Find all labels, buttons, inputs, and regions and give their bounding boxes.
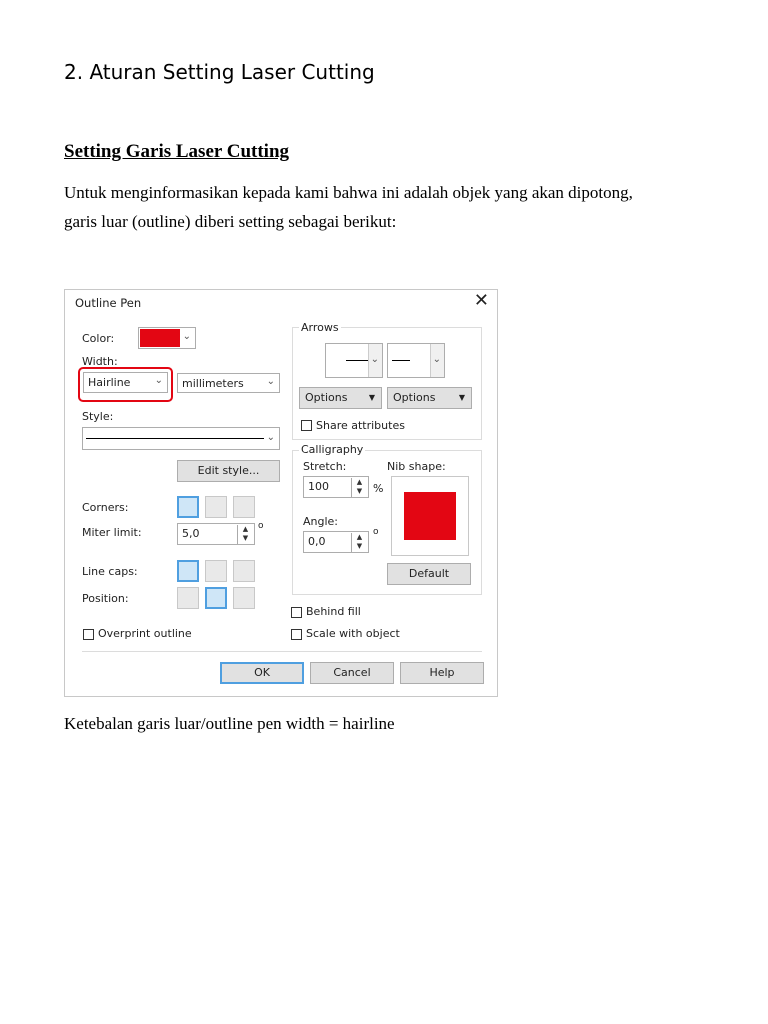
arrow-start-select[interactable]: ⌄ [325,343,383,378]
miter-unit: o [258,521,264,531]
miter-limit-input[interactable]: 5,0 ▲ ▼ [177,523,255,545]
nib-shape-preview [391,476,469,556]
stretch-input[interactable]: 100 ▲ ▼ [303,476,369,498]
chevron-down-icon: ⌄ [182,331,191,342]
corner-miter-icon[interactable] [177,496,199,518]
ok-button[interactable]: OK [220,662,304,684]
scale-with-object-checkbox[interactable] [291,629,302,640]
units-select[interactable]: millimeters ⌄ [177,373,280,393]
miter-limit-label: Miter limit: [82,526,142,539]
angle-input[interactable]: 0,0 ▲ ▼ [303,531,369,553]
behind-fill-checkbox[interactable] [291,607,302,618]
caption: Ketebalan garis luar/outline pen width =… [64,714,395,733]
chevron-down-icon: ⌄ [432,354,441,365]
corner-bevel-icon[interactable] [233,496,255,518]
units-value: millimeters [182,377,244,390]
style-label: Style: [82,410,114,423]
chevron-down-icon: ⌄ [266,376,275,387]
behind-fill-label: Behind fill [306,605,361,618]
dropdown-arrow-icon: ▼ [368,393,375,402]
cap-butt-icon[interactable] [177,560,199,582]
outline-pen-dialog-screenshot: Outline Pen ✕ Color: ⌄ Width: Hairline ⌄… [64,289,498,697]
cap-round-icon[interactable] [205,560,227,582]
arrow-start-options-button[interactable]: Options ▼ [299,387,382,409]
spin-up-icon[interactable]: ▲ [237,525,253,534]
scale-with-object-label: Scale with object [306,627,400,640]
position-outside-icon[interactable] [177,587,199,609]
corner-round-icon[interactable] [205,496,227,518]
arrow-end-select[interactable]: ⌄ [387,343,445,378]
separator [82,651,482,652]
arrows-label: Arrows [299,321,341,334]
color-picker[interactable]: ⌄ [138,327,196,349]
spin-down-icon[interactable]: ▼ [351,487,367,497]
section-heading: 2. Aturan Setting Laser Cutting [64,60,375,84]
stretch-value: 100 [308,480,329,493]
position-label: Position: [82,592,129,605]
angle-label: Angle: [303,515,339,528]
nib-shape-label: Nib shape: [387,460,446,473]
angle-value: 0,0 [308,535,326,548]
cap-square-icon[interactable] [233,560,255,582]
stretch-unit: % [373,482,384,495]
body-paragraph: Untuk menginformasikan kepada kami bahwa… [64,183,633,231]
subsection-heading: Setting Garis Laser Cutting [64,141,290,162]
calligraphy-label: Calligraphy [299,443,366,456]
chevron-down-icon: ⌄ [154,375,163,386]
width-value: Hairline [88,376,131,389]
line-caps-label: Line caps: [82,565,138,578]
chevron-down-icon: ⌄ [266,432,275,443]
stretch-label: Stretch: [303,460,347,473]
help-button[interactable]: Help [400,662,484,684]
spin-down-icon[interactable]: ▼ [351,542,367,552]
color-swatch [140,329,180,347]
line-style-preview [86,438,264,439]
color-label: Color: [82,332,115,345]
edit-style-button[interactable]: Edit style... [177,460,280,482]
share-attributes-label: Share attributes [316,419,405,432]
width-select[interactable]: Hairline ⌄ [83,372,168,393]
overprint-checkbox[interactable] [83,629,94,640]
share-attributes-checkbox[interactable] [301,420,312,431]
dropdown-arrow-icon: ▼ [458,393,465,402]
dialog-title: Outline Pen [75,296,142,310]
position-inside-icon[interactable] [233,587,255,609]
position-center-icon[interactable] [205,587,227,609]
cancel-button[interactable]: Cancel [310,662,394,684]
arrow-end-options-button[interactable]: Options ▼ [387,387,472,409]
spin-up-icon[interactable]: ▲ [351,533,367,542]
spin-down-icon[interactable]: ▼ [237,534,253,544]
miter-limit-value: 5,0 [182,527,200,540]
style-select[interactable]: ⌄ [82,427,280,450]
overprint-label: Overprint outline [98,627,192,640]
angle-unit: o [373,527,379,537]
default-button[interactable]: Default [387,563,471,585]
chevron-down-icon: ⌄ [370,354,379,365]
close-icon[interactable]: ✕ [474,290,489,311]
nib-shape-square [404,492,456,540]
spin-up-icon[interactable]: ▲ [351,478,367,487]
corners-label: Corners: [82,501,129,514]
